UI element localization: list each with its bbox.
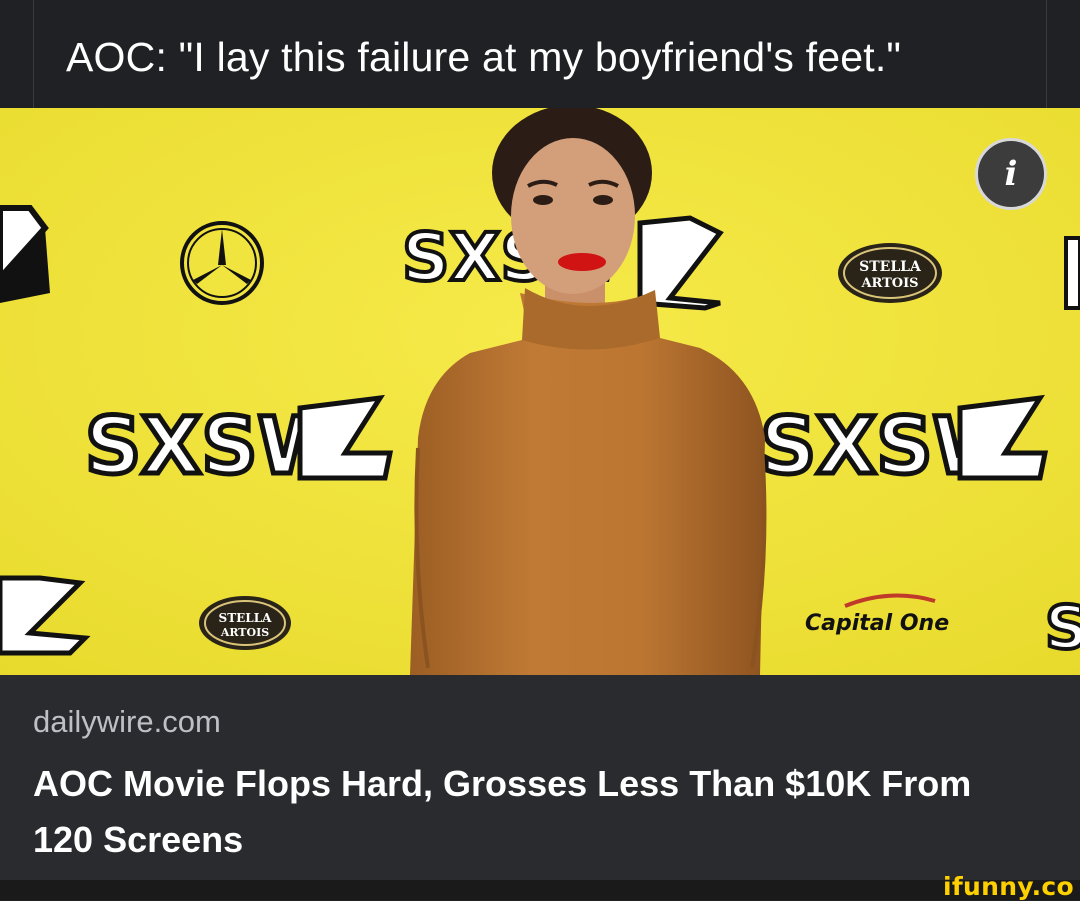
- svg-text:STELLA: STELLA: [219, 611, 273, 625]
- svg-text:ARTOIS: ARTOIS: [860, 276, 918, 291]
- sxsw-logo-middle-right: SXSW: [758, 394, 1049, 495]
- svg-text:STELLA: STELLA: [859, 259, 922, 275]
- svg-text:ARTOIS: ARTOIS: [220, 626, 269, 639]
- press-wall-illustration: SXSW STELLA ARTOIS SXSW SXSW STELLA ARTO…: [0, 108, 1080, 675]
- stella-artois-logo-bottom: STELLA ARTOIS: [199, 596, 291, 650]
- stella-artois-logo-top: STELLA ARTOIS: [838, 243, 942, 303]
- logo-partial-bottom-right: S: [1045, 593, 1080, 663]
- article-headline[interactable]: AOC Movie Flops Hard, Grosses Less Than …: [33, 756, 1033, 868]
- article-photo[interactable]: SXSW STELLA ARTOIS SXSW SXSW STELLA ARTO…: [0, 108, 1080, 675]
- logo-partial-right: [1064, 236, 1080, 310]
- bottom-strip: [0, 880, 1080, 900]
- caption-text: AOC: "I lay this failure at my boyfriend…: [66, 34, 902, 80]
- sxsw-logo-middle-left: SXSW: [83, 394, 394, 495]
- info-icon[interactable]: i: [975, 138, 1047, 210]
- sxsw-arrow-logo-partial-left: [0, 205, 50, 303]
- svg-text:Capital One: Capital One: [805, 611, 949, 636]
- link-preview-card[interactable]: SXSW STELLA ARTOIS SXSW SXSW STELLA ARTO…: [0, 108, 1080, 880]
- source-domain[interactable]: dailywire.com: [33, 704, 221, 740]
- caption-bar: AOC: "I lay this failure at my boyfriend…: [0, 0, 1080, 108]
- caption-frame: AOC: "I lay this failure at my boyfriend…: [33, 0, 1047, 108]
- ifunny-watermark: ifunny.co: [942, 872, 1074, 901]
